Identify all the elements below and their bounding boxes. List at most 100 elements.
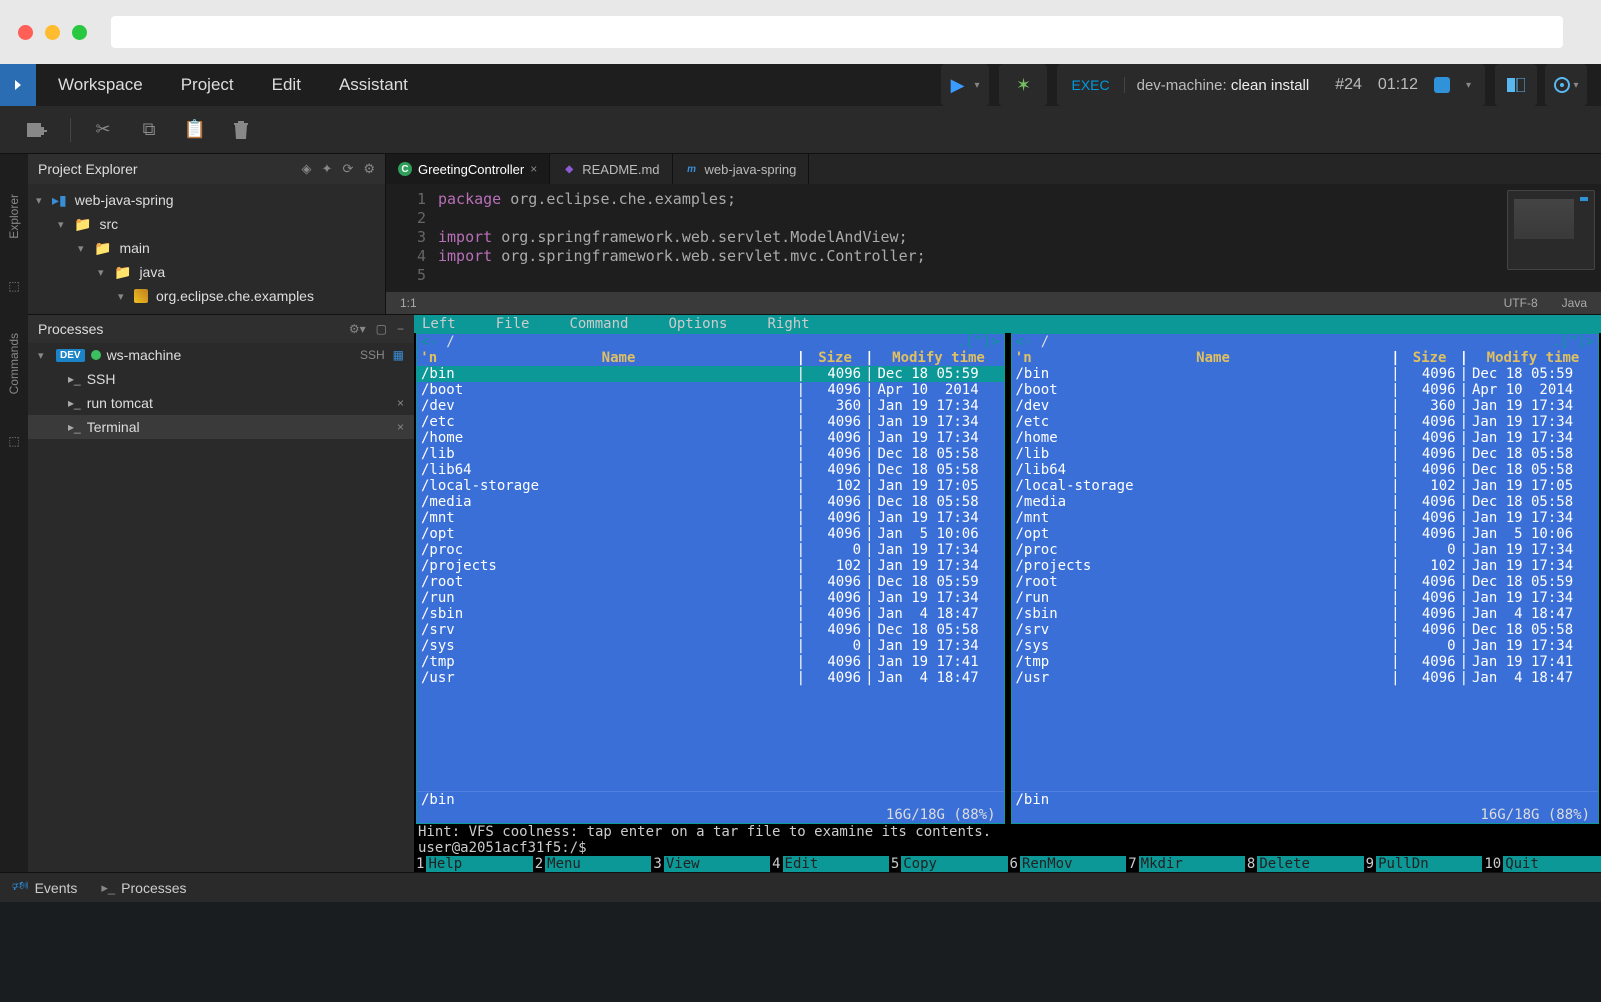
minimap[interactable] — [1507, 190, 1595, 270]
rail-icon[interactable]: ⬚ — [8, 434, 19, 448]
mc-menu-item[interactable]: Options — [668, 316, 727, 332]
mc-file-row[interactable]: /root|4096|Dec 18 05:59 — [1012, 574, 1599, 590]
mc-menu-item[interactable]: Right — [767, 316, 809, 332]
menu-workspace[interactable]: Workspace — [58, 75, 143, 95]
mc-fkey[interactable]: 2Menu — [533, 856, 652, 872]
editor-tab[interactable]: ◆ README.md — [550, 154, 672, 184]
mc-menu-item[interactable]: Left — [422, 316, 456, 332]
copy-button[interactable]: ⧉ — [135, 119, 163, 140]
mc-menu-item[interactable]: Command — [569, 316, 628, 332]
mc-file-row[interactable]: /sys|0|Jan 19 17:34 — [1012, 638, 1599, 654]
paste-button[interactable]: 📋 — [181, 119, 209, 140]
mc-file-row[interactable]: /projects|102|Jan 19 17:34 — [1012, 558, 1599, 574]
collapse-icon[interactable]: ✦ — [322, 161, 333, 177]
mc-fkey[interactable]: 3View — [651, 856, 770, 872]
process-item[interactable]: ▸_ SSH — [28, 367, 414, 391]
mc-fkey[interactable]: 8Delete — [1245, 856, 1364, 872]
mc-file-row[interactable]: /media|4096|Dec 18 05:58 — [417, 494, 1004, 510]
terminal[interactable]: Left File Command Options Right <- /.[^]>'nN… — [414, 315, 1601, 872]
process-machine[interactable]: ▾ DEV ws-machine SSH ▦ — [28, 343, 414, 367]
mc-file-row[interactable]: /lib|4096|Dec 18 05:58 — [417, 446, 1004, 462]
tree-folder[interactable]: ▾📁src — [28, 212, 385, 236]
mc-file-row[interactable]: /sbin|4096|Jan 4 18:47 — [1012, 606, 1599, 622]
close-window[interactable] — [18, 25, 33, 40]
mc-fkeys[interactable]: 1Help2Menu3View4Edit5Copy6RenMov7Mkdir8D… — [414, 856, 1601, 872]
mc-file-row[interactable]: /lib64|4096|Dec 18 05:58 — [1012, 462, 1599, 478]
recipe-icon[interactable]: ▦ — [393, 348, 404, 362]
process-item[interactable]: ▸_ run tomcat × — [28, 391, 414, 415]
run-button[interactable]: ▶ ▾ — [941, 64, 990, 106]
mc-fkey[interactable]: 10Quit — [1482, 856, 1601, 872]
maximize-window[interactable] — [72, 25, 87, 40]
mc-file-row[interactable]: /usr|4096|Jan 4 18:47 — [1012, 670, 1599, 686]
mc-file-row[interactable]: /etc|4096|Jan 19 17:34 — [1012, 414, 1599, 430]
mc-fkey[interactable]: 1Help — [414, 856, 533, 872]
rail-icon[interactable]: ⬚ — [8, 279, 19, 293]
mc-menu-bar[interactable]: Left File Command Options Right — [414, 315, 1601, 333]
sidebar-toggle[interactable] — [0, 64, 36, 106]
rail-explorer[interactable]: Explorer — [7, 194, 21, 239]
mc-file-row[interactable]: /run|4096|Jan 19 17:34 — [417, 590, 1004, 606]
mc-file-row[interactable]: /boot|4096|Apr 10 2014 — [1012, 382, 1599, 398]
mc-fkey[interactable]: 6RenMov — [1008, 856, 1127, 872]
debug-button[interactable]: ✶ — [999, 64, 1047, 106]
mc-fkey[interactable]: 5Copy — [889, 856, 1008, 872]
mc-file-row[interactable]: /tmp|4096|Jan 19 17:41 — [417, 654, 1004, 670]
refresh-icon[interactable]: ⟳ — [342, 161, 353, 177]
url-bar[interactable] — [111, 16, 1563, 48]
minimize-icon[interactable]: − — [397, 322, 404, 336]
mc-file-row[interactable]: /projects|102|Jan 19 17:34 — [417, 558, 1004, 574]
close-icon[interactable]: × — [530, 162, 537, 176]
mc-file-row[interactable]: /run|4096|Jan 19 17:34 — [1012, 590, 1599, 606]
mc-file-row[interactable]: /srv|4096|Dec 18 05:58 — [417, 622, 1004, 638]
menu-assistant[interactable]: Assistant — [339, 75, 408, 95]
new-file-button[interactable] — [24, 121, 52, 139]
menu-edit[interactable]: Edit — [272, 75, 301, 95]
maximize-icon[interactable]: ▢ — [376, 322, 387, 336]
dropdown-icon[interactable]: ▾ — [1466, 80, 1471, 91]
terminal-panel-button[interactable] — [1495, 64, 1537, 106]
tree-package[interactable]: ▾org.eclipse.che.examples — [28, 284, 385, 308]
tree-folder[interactable]: ▾📁java — [28, 260, 385, 284]
mc-file-row[interactable]: /home|4096|Jan 19 17:34 — [1012, 430, 1599, 446]
mc-pane[interactable]: <- /.[^]>'nName|Size|Modify time/bin|409… — [1011, 333, 1600, 824]
mc-file-row[interactable]: /proc|0|Jan 19 17:34 — [417, 542, 1004, 558]
mc-file-row[interactable]: /proc|0|Jan 19 17:34 — [1012, 542, 1599, 558]
exec-command-bar[interactable]: EXEC dev-machine: clean install #24 01:1… — [1057, 64, 1485, 106]
mc-pane[interactable]: <- /.[^]>'nName|Size|Modify time/bin|409… — [416, 333, 1005, 824]
mc-file-row[interactable]: /bin|4096|Dec 18 05:59 — [1012, 366, 1599, 382]
gear-icon[interactable]: ⚙ — [363, 161, 375, 177]
file-language[interactable]: Java — [1562, 296, 1587, 310]
project-tree[interactable]: ▾▸▮web-java-spring ▾📁src ▾📁main ▾📁java ▾… — [28, 184, 385, 312]
mc-menu-item[interactable]: File — [496, 316, 530, 332]
close-icon[interactable]: × — [397, 420, 404, 434]
mc-fkey[interactable]: 9PullDn — [1364, 856, 1483, 872]
editor-tab[interactable]: m web-java-spring — [673, 154, 810, 184]
mc-file-row[interactable]: /srv|4096|Dec 18 05:58 — [1012, 622, 1599, 638]
tree-root[interactable]: ▾▸▮web-java-spring — [28, 188, 385, 212]
settings-button[interactable]: ▾ — [1545, 64, 1587, 106]
mc-file-row[interactable]: /lib|4096|Dec 18 05:58 — [1012, 446, 1599, 462]
tree-folder[interactable]: ▾📁main — [28, 236, 385, 260]
link-icon[interactable]: ◈ — [302, 161, 312, 177]
rail-commands[interactable]: Commands — [7, 333, 21, 394]
mc-file-row[interactable]: /dev|360|Jan 19 17:34 — [1012, 398, 1599, 414]
process-item[interactable]: ▸_ Terminal × — [28, 415, 414, 439]
mc-file-row[interactable]: /opt|4096|Jan 5 10:06 — [417, 526, 1004, 542]
cut-button[interactable]: ✂ — [89, 119, 117, 140]
mc-file-row[interactable]: /local-storage|102|Jan 19 17:05 — [1012, 478, 1599, 494]
menu-project[interactable]: Project — [181, 75, 234, 95]
shell-prompt[interactable]: user@a2051acf31f5:/$ — [414, 840, 1601, 856]
mc-file-row[interactable]: /root|4096|Dec 18 05:59 — [417, 574, 1004, 590]
editor-tab[interactable]: C GreetingController × — [386, 154, 550, 184]
mc-file-row[interactable]: /dev|360|Jan 19 17:34 — [417, 398, 1004, 414]
mc-fkey[interactable]: 7Mkdir — [1126, 856, 1245, 872]
code-editor[interactable]: 12345 package org.eclipse.che.examples; … — [386, 184, 1601, 292]
code-content[interactable]: package org.eclipse.che.examples; import… — [438, 184, 926, 292]
mc-file-row[interactable]: /tmp|4096|Jan 19 17:41 — [1012, 654, 1599, 670]
mc-fkey[interactable]: 4Edit — [770, 856, 889, 872]
mc-file-row[interactable]: /boot|4096|Apr 10 2014 — [417, 382, 1004, 398]
mc-file-row[interactable]: /sbin|4096|Jan 4 18:47 — [417, 606, 1004, 622]
bottom-events[interactable]: 🕬 Events — [12, 877, 77, 899]
mc-file-row[interactable]: /mnt|4096|Jan 19 17:34 — [1012, 510, 1599, 526]
